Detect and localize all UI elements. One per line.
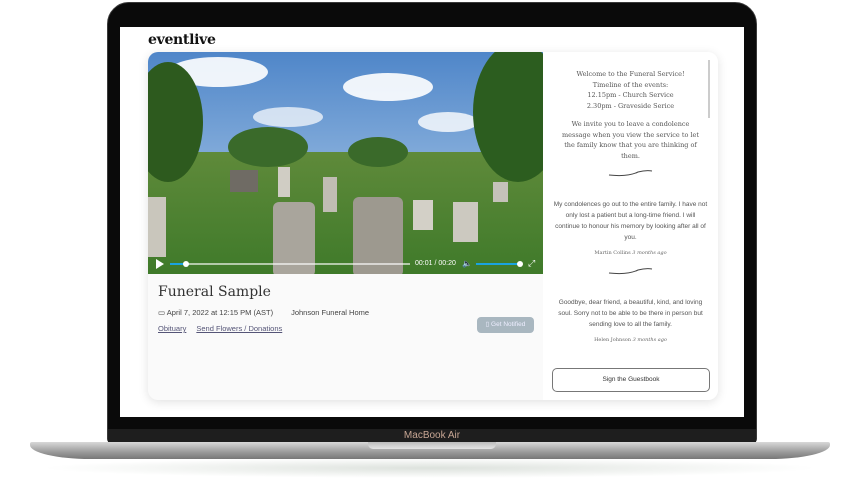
event-date: ▭ April 7, 2022 at 12:15 PM (AST) [158,308,273,317]
message-time: 3 months ago [632,337,667,343]
event-links: Obituary Send Flowers / Donations [158,324,282,333]
welcome-line: Welcome to the Funeral Service! [576,70,685,78]
event-date-text: April 7, 2022 at 12:15 PM (AST) [166,308,274,317]
flowers-donations-link[interactable]: Send Flowers / Donations [196,324,282,333]
video-player[interactable]: 00:01 / 00:20 🔈 ⤢ [148,52,543,274]
video-controls: 00:01 / 00:20 🔈 ⤢ [148,254,543,274]
device-label: MacBook Air [108,429,756,443]
welcome-line: 2.30pm - Graveside Serice [586,101,675,110]
message-author: Martin Collins 3 months ago [553,248,708,259]
laptop-shadow [40,458,820,478]
welcome-line: 12.15pm - Church Service [587,91,674,99]
get-notified-button[interactable]: ▯ Get Notified [477,317,534,333]
sign-guestbook-button[interactable]: Sign the Guestbook [552,368,710,392]
scrollbar[interactable] [708,60,710,118]
event-title: Funeral Sample [158,284,271,300]
fullscreen-icon[interactable]: ⤢ [528,258,535,269]
event-meta: ▭ April 7, 2022 at 12:15 PM (AST) Johnso… [158,308,369,317]
event-card: 00:01 / 00:20 🔈 ⤢ Funeral Sample ▭ April… [148,52,718,400]
message-author: Helen Johnson 3 months ago [553,335,708,346]
author-name: Helen Johnson [594,337,632,343]
get-notified-label: Get Notified [491,321,526,328]
message-text: My condolences go out to the entire fami… [553,201,708,241]
author-name: Martin Collins [594,250,631,256]
welcome-line: Timeline of the events: [592,80,669,89]
time-separator: / [434,260,437,267]
message-text: Goodbye, dear friend, a beautiful, kind,… [558,299,703,328]
swash-divider [608,268,653,275]
screen: eventlive 00:01 / 00:20 🔈 ⤢ Funeral Samp… [120,27,744,417]
logo[interactable]: eventlive [148,32,216,48]
current-time: 00:01 [415,260,433,267]
message: Goodbye, dear friend, a beautiful, kind,… [543,297,718,346]
swash-divider [608,170,653,177]
invite-text: We invite you to leave a condolence mess… [562,120,699,160]
play-icon[interactable] [156,259,164,269]
obituary-link[interactable]: Obituary [158,324,186,333]
progress-bar[interactable] [170,261,410,267]
message: My condolences go out to the entire fami… [543,199,718,259]
duration: 00:20 [438,260,456,267]
event-host: Johnson Funeral Home [291,308,370,317]
message-time: 3 months ago [632,250,667,256]
time-display: 00:01 / 00:20 [415,260,456,267]
welcome-text: Welcome to the Funeral Service! Timeline… [543,69,718,161]
volume-icon[interactable]: 🔈 [462,259,472,268]
calendar-icon: ▭ [158,308,167,317]
video-frame [148,52,543,274]
laptop-notch [368,442,496,449]
volume-slider[interactable] [476,261,523,267]
guestbook-panel: Welcome to the Funeral Service! Timeline… [543,52,718,400]
